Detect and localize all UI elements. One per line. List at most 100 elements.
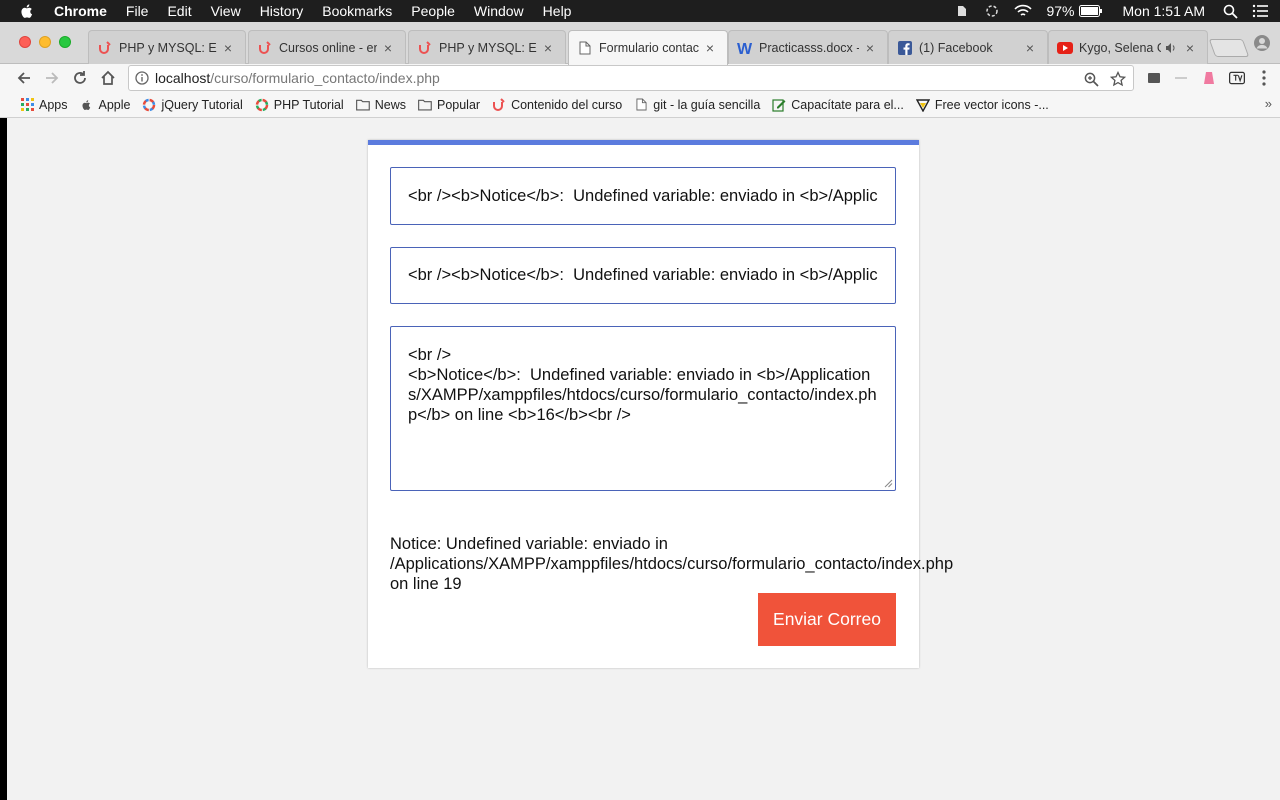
tab-title: Formulario contact <box>599 41 699 55</box>
tab-close-icon[interactable]: × <box>381 40 395 56</box>
tab-close-icon[interactable]: × <box>1023 40 1037 56</box>
bookmark-label: jQuery Tutorial <box>161 97 243 112</box>
evernote-icon[interactable] <box>954 3 970 19</box>
menu-edit[interactable]: Edit <box>167 0 191 22</box>
facebook-icon <box>897 40 913 56</box>
window-close-button[interactable] <box>19 36 31 48</box>
bookmark-folder-popular[interactable]: Popular <box>418 98 480 112</box>
bookmark-star-icon[interactable] <box>1109 70 1127 88</box>
audio-playing-icon[interactable] <box>1163 40 1179 56</box>
extension-icon[interactable] <box>1173 70 1189 86</box>
menu-bookmarks[interactable]: Bookmarks <box>322 0 392 22</box>
spotlight-search-icon[interactable] <box>1223 4 1238 19</box>
window-minimize-button[interactable] <box>39 36 51 48</box>
tab-close-icon[interactable]: × <box>221 40 235 56</box>
send-email-button[interactable]: Enviar Correo <box>758 593 896 646</box>
bookmark-label: Contenido del curso <box>511 97 623 112</box>
bookmark-label: git - la guía sencilla <box>653 97 761 112</box>
tab-close-icon[interactable]: × <box>1183 40 1197 56</box>
browser-toolbar: localhost/curso/formulario_contacto/inde… <box>0 64 1280 92</box>
bookmark-contenido-del-curso[interactable]: Contenido del curso <box>492 98 622 112</box>
menu-app-chrome[interactable]: Chrome <box>54 0 107 22</box>
apple-icon <box>80 98 94 112</box>
tab-title: (1) Facebook <box>919 40 993 55</box>
page-viewport: <br /> <b>Notice</b>: Undefined variable… <box>7 118 1280 800</box>
bookmark-label: Apps <box>39 97 68 112</box>
bookmark-free-vector-icons[interactable]: Free vector icons -... <box>915 98 1049 112</box>
php-notice: Notice: Undefined variable: enviado in /… <box>390 534 953 594</box>
tab-close-icon[interactable]: × <box>703 40 717 56</box>
email-input[interactable] <box>390 247 896 304</box>
home-icon[interactable] <box>98 68 118 88</box>
tab-cursos-online[interactable]: Cursos online - en × <box>248 30 406 64</box>
bookmark-apple[interactable]: Apple <box>80 98 130 112</box>
svg-text:W: W <box>737 41 753 56</box>
battery-icon[interactable] <box>1078 5 1103 17</box>
message-textarea[interactable]: <br /> <b>Notice</b>: Undefined variable… <box>390 326 896 491</box>
sync-icon[interactable] <box>984 3 1000 19</box>
bookmark-label: News <box>374 97 406 112</box>
profile-icon[interactable] <box>1253 34 1271 52</box>
vector-logo-icon <box>915 98 930 112</box>
bookmarks-bar: Apps Apple jQuery Tutorial PHP Tutorial … <box>0 92 1280 118</box>
tab-php-mysql-1[interactable]: PHP y MYSQL: El C × <box>88 30 246 64</box>
word-icon: W <box>737 40 753 56</box>
address-bar[interactable]: localhost/curso/formulario_contacto/inde… <box>128 65 1134 91</box>
apple-logo-icon[interactable] <box>18 2 36 20</box>
tab-facebook[interactable]: (1) Facebook × <box>888 30 1048 64</box>
tab-title: PHP y MYSQL: El C <box>119 40 217 55</box>
tab-title: Practicasss.docx - <box>759 40 859 55</box>
message-text: <br /> <b>Notice</b>: Undefined variable… <box>408 346 877 424</box>
bookmark-apps[interactable]: Apps <box>20 98 68 112</box>
tab-php-mysql-2[interactable]: PHP y MYSQL: El C × <box>408 30 566 64</box>
menu-people[interactable]: People <box>411 0 455 22</box>
tab-title: Kygo, Selena Go <box>1079 40 1161 55</box>
bookmark-git-guia[interactable]: git - la guía sencilla <box>634 98 760 112</box>
page-icon <box>577 40 593 56</box>
menu-history[interactable]: History <box>260 0 304 22</box>
tab-title: Cursos online - en <box>279 40 377 55</box>
zoom-icon[interactable] <box>1082 70 1100 88</box>
menu-window[interactable]: Window <box>474 0 524 22</box>
tab-close-icon[interactable]: × <box>541 40 555 56</box>
bookmark-folder-news[interactable]: News <box>355 97 406 112</box>
tab-practicasss[interactable]: W Practicasss.docx - × <box>728 30 888 64</box>
bookmark-capacitate[interactable]: Capacítate para el... <box>772 98 904 112</box>
bookmark-php-tutorial[interactable]: PHP Tutorial <box>255 98 344 112</box>
chrome-menu-icon[interactable] <box>1256 70 1272 86</box>
menu-view[interactable]: View <box>211 0 241 22</box>
battery-percentage[interactable]: 97% <box>1046 3 1074 19</box>
menu-file[interactable]: File <box>126 0 149 22</box>
tab-close-icon[interactable]: × <box>863 40 877 56</box>
site-info-icon[interactable] <box>135 71 149 85</box>
menu-help[interactable]: Help <box>543 0 572 22</box>
reload-icon[interactable] <box>70 68 90 88</box>
wifi-icon[interactable] <box>1014 4 1033 18</box>
clock[interactable]: Mon 1:51 AM <box>1123 3 1206 19</box>
apps-grid-icon <box>20 98 34 112</box>
bookmark-jquery-tutorial[interactable]: jQuery Tutorial <box>142 97 243 112</box>
window-maximize-button[interactable] <box>59 36 71 48</box>
extension-icon[interactable] <box>1201 70 1217 86</box>
name-input[interactable] <box>390 167 896 225</box>
youtube-icon <box>1057 40 1073 56</box>
tab-strip: PHP y MYSQL: El C × Cursos online - en ×… <box>0 22 1280 65</box>
new-tab-button[interactable] <box>1208 39 1250 57</box>
macos-menu-bar: Chrome File Edit View History Bookmarks … <box>0 0 1280 22</box>
notification-center-icon[interactable] <box>1252 4 1268 18</box>
w3-ring-icon <box>255 98 269 112</box>
udemy-icon <box>492 97 506 112</box>
bookmarks-overflow-icon[interactable]: » <box>1265 96 1272 111</box>
back-icon[interactable] <box>14 68 34 88</box>
w3-ring-icon <box>142 98 156 112</box>
folder-icon <box>355 98 370 112</box>
tab-formulario-contacto[interactable]: Formulario contact × <box>568 30 728 65</box>
extension-icon[interactable] <box>1146 70 1162 86</box>
tab-title: PHP y MYSQL: El C <box>439 40 537 55</box>
forward-icon[interactable] <box>42 68 62 88</box>
udemy-icon <box>417 40 433 56</box>
tab-kygo-youtube[interactable]: Kygo, Selena Go × <box>1048 30 1208 64</box>
extension-tv-icon[interactable] <box>1229 70 1245 86</box>
resize-grip-icon[interactable] <box>884 479 893 488</box>
bookmark-label: Capacítate para el... <box>791 97 904 112</box>
